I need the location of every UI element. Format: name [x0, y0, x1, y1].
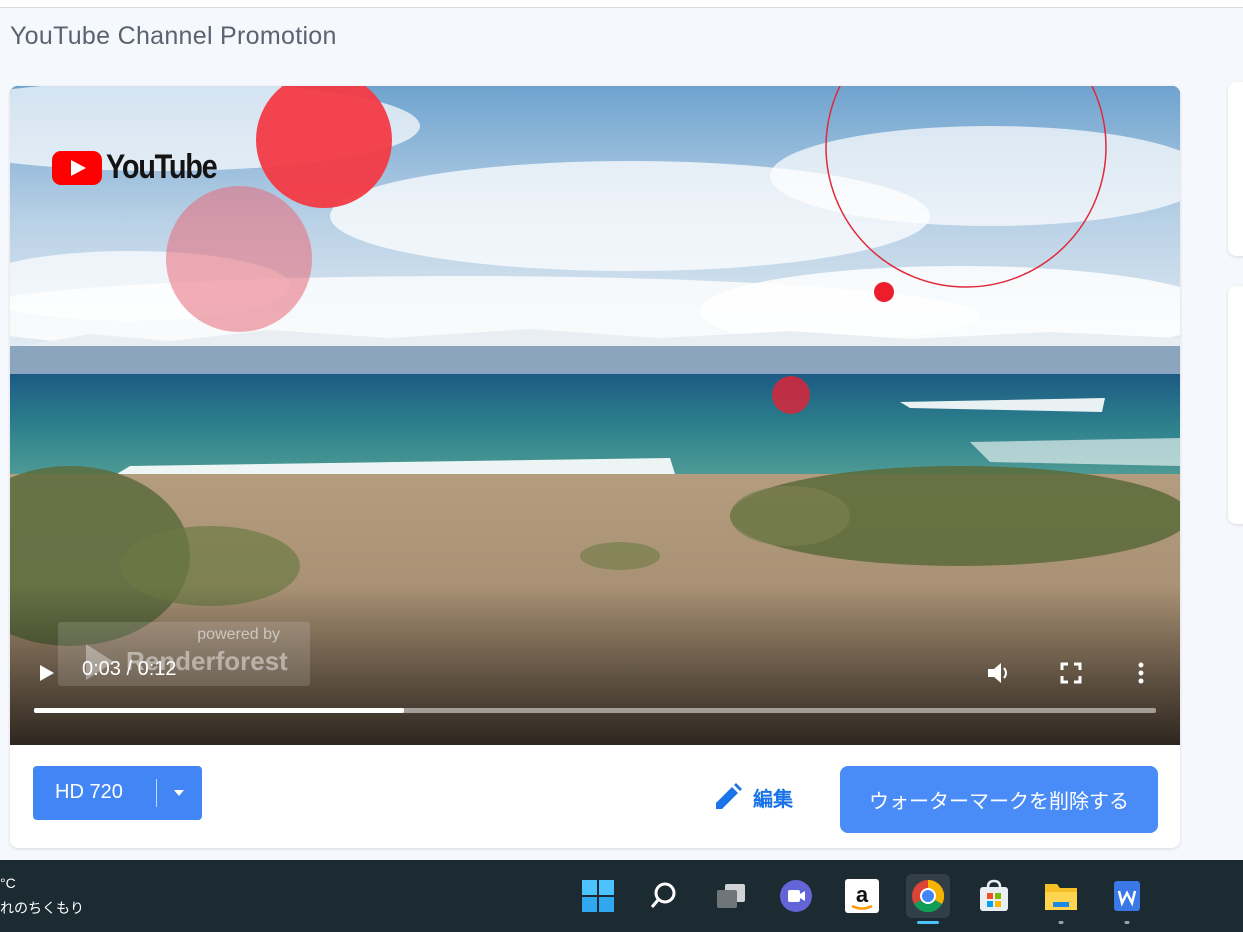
edit-label: 編集	[753, 786, 793, 811]
running-indicator	[1124, 921, 1130, 924]
progress-fill	[34, 708, 405, 713]
quality-label: HD 720	[55, 781, 123, 803]
word-icon[interactable]	[1105, 874, 1149, 924]
time-display: 0:03 / 0:12	[82, 658, 177, 680]
fullscreen-icon[interactable]	[1060, 662, 1082, 684]
quality-divider	[156, 779, 157, 807]
quality-select-button[interactable]: HD 720	[33, 766, 202, 820]
task-view-glyph	[717, 884, 745, 908]
windows-start-icon[interactable]	[576, 874, 620, 918]
video-player[interactable]: YouTube powered by Renderforest 0:03 / 0…	[10, 86, 1180, 745]
chrome-icon[interactable]	[906, 874, 950, 924]
word-glyph	[1114, 881, 1140, 911]
volume-icon[interactable]	[986, 661, 1012, 685]
weather-temperature[interactable]: °C	[0, 875, 16, 891]
running-indicator	[1058, 921, 1064, 924]
watermark-caption: powered by	[197, 626, 280, 643]
weather-description[interactable]: れのちくもり	[0, 898, 84, 918]
more-options-icon[interactable]	[1136, 661, 1146, 685]
active-indicator	[917, 921, 939, 924]
amazon-icon[interactable]: a	[840, 874, 884, 918]
store-glyph	[980, 879, 1008, 911]
youtube-logo-text: YouTube	[106, 148, 218, 186]
amazon-glyph: a	[845, 879, 879, 913]
windows-logo	[582, 880, 614, 912]
side-panel-bottom	[1228, 286, 1243, 524]
top-divider	[0, 0, 1243, 8]
search-icon[interactable]	[642, 874, 686, 918]
chrome-glyph	[912, 879, 945, 913]
chevron-down-icon[interactable]	[174, 790, 184, 796]
pencil-icon	[716, 783, 742, 809]
edit-button[interactable]: 編集	[713, 782, 793, 812]
youtube-logo: YouTube	[52, 148, 236, 187]
task-view-icon[interactable]	[709, 874, 753, 918]
teams-glyph	[780, 880, 812, 912]
video-card: YouTube powered by Renderforest 0:03 / 0…	[10, 86, 1180, 848]
side-panel-top	[1228, 82, 1243, 256]
taskbar: °C れのちくもり a	[0, 860, 1243, 932]
amazon-letter: a	[856, 882, 869, 907]
page-title: YouTube Channel Promotion	[10, 22, 337, 50]
folder-glyph	[1045, 884, 1077, 910]
progress-bar[interactable]	[34, 708, 1156, 713]
youtube-play-icon	[52, 150, 102, 185]
play-icon[interactable]	[38, 663, 56, 683]
file-explorer-icon[interactable]	[1039, 874, 1083, 924]
teams-chat-icon[interactable]	[774, 874, 818, 918]
magnifier-glyph	[650, 882, 676, 908]
microsoft-store-icon[interactable]	[972, 874, 1016, 918]
remove-watermark-button[interactable]: ウォーターマークを削除する	[840, 766, 1158, 833]
